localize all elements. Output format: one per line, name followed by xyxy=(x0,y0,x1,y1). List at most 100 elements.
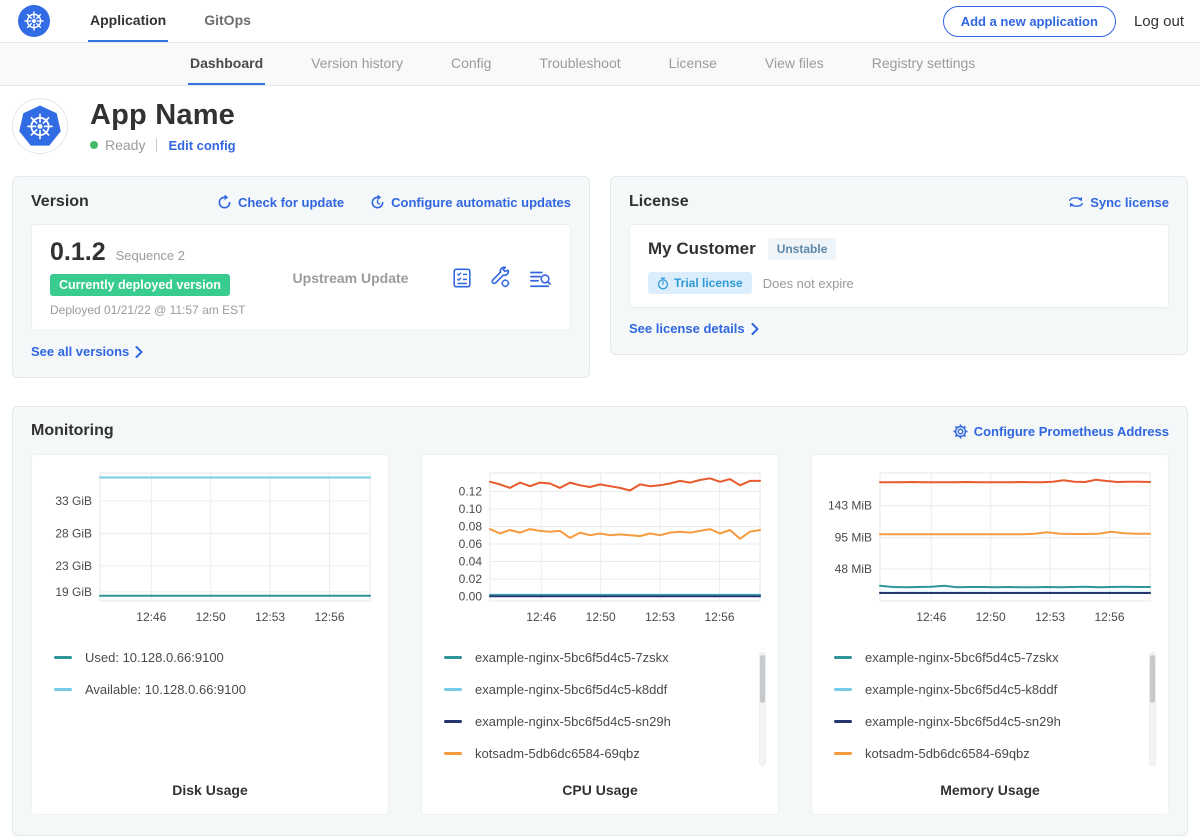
legend-scrollbar-track[interactable] xyxy=(1149,652,1156,766)
edit-config-link[interactable]: Edit config xyxy=(168,138,235,153)
version-number: 0.1.2 xyxy=(50,238,106,267)
legend-color-dash xyxy=(54,656,72,659)
ready-status-dot xyxy=(90,141,98,149)
legend-scrollbar-track[interactable] xyxy=(759,652,766,766)
svg-text:33 GiB: 33 GiB xyxy=(55,494,92,508)
deployed-version-badge: Currently deployed version xyxy=(50,274,230,296)
sub-tab-troubleshoot[interactable]: Troubleshoot xyxy=(537,43,622,85)
legend-label: Available: 10.128.0.66:9100 xyxy=(85,682,246,697)
legend-scrollbar-thumb[interactable] xyxy=(1150,655,1155,703)
chart-plot: 143 MiB95 MiB48 MiB12:4612:5012:5312:56 xyxy=(826,465,1156,631)
legend-item: example-nginx-5bc6f5d4c5-7zskx xyxy=(444,650,750,665)
svg-text:0.04: 0.04 xyxy=(459,555,483,569)
app-sub-nav: Dashboard Version history Config Troublesho… xyxy=(0,42,1200,86)
sub-tab-view-files[interactable]: View files xyxy=(763,43,826,85)
kubernetes-heptagon-icon xyxy=(17,103,63,149)
main-tab-application[interactable]: Application xyxy=(88,0,168,42)
svg-text:12:56: 12:56 xyxy=(704,610,734,624)
svg-text:12:46: 12:46 xyxy=(916,610,946,624)
legend-color-dash xyxy=(834,752,852,755)
legend-label: kotsadm-5db6dc6584-69qbz xyxy=(865,746,1030,761)
legend-color-dash xyxy=(834,688,852,691)
legend-item: Used: 10.128.0.66:9100 xyxy=(54,650,360,665)
cpu-usage-chart-card: 0.120.100.080.060.040.020.0012:4612:5012… xyxy=(421,454,779,815)
charts-row: 33 GiB28 GiB23 GiB19 GiB12:4612:5012:531… xyxy=(31,454,1169,815)
top-nav: ApplicationGitOps Add a new application … xyxy=(0,0,1200,42)
svg-text:12:53: 12:53 xyxy=(1035,610,1065,624)
license-type-badge: Trial license xyxy=(648,272,752,294)
memory-usage-chart-card: 143 MiB95 MiB48 MiB12:4612:5012:5312:56 … xyxy=(811,454,1169,815)
gear-icon xyxy=(953,424,968,439)
legend-label: example-nginx-5bc6f5d4c5-k8ddf xyxy=(865,682,1057,697)
legend-color-dash xyxy=(54,688,72,691)
chart-title: CPU Usage xyxy=(436,776,764,798)
legend-item: example-nginx-5bc6f5d4c5-k8ddf xyxy=(834,682,1140,697)
see-all-versions-link[interactable]: See all versions xyxy=(31,344,143,359)
sub-tab-version-history[interactable]: Version history xyxy=(309,43,405,85)
legend-item: kotsadm-5db6dc6584-69qbz xyxy=(444,746,750,761)
svg-text:95 MiB: 95 MiB xyxy=(835,531,872,545)
svg-text:12:50: 12:50 xyxy=(196,610,226,624)
chevron-right-icon xyxy=(751,323,759,335)
svg-text:19 GiB: 19 GiB xyxy=(55,585,92,599)
memory-usage-chart: 143 MiB95 MiB48 MiB12:4612:5012:5312:56 xyxy=(826,465,1154,636)
chevron-right-icon xyxy=(135,346,143,358)
configure-prometheus-link[interactable]: Configure Prometheus Address xyxy=(953,424,1169,439)
sub-tab-license[interactable]: License xyxy=(667,43,719,85)
legend-color-dash xyxy=(444,752,462,755)
deployed-timestamp: Deployed 01/21/22 @ 11:57 am EST xyxy=(50,303,280,317)
current-version-row: 0.1.2 Sequence 2 Currently deployed vers… xyxy=(31,224,571,331)
sub-tab-dashboard[interactable]: Dashboard xyxy=(188,43,265,85)
edit-config-wrench-icon[interactable] xyxy=(489,266,512,289)
divider xyxy=(156,138,157,152)
kubernetes-logo-icon[interactable] xyxy=(18,5,50,37)
check-for-update-link[interactable]: Check for update xyxy=(217,195,344,210)
svg-text:0.10: 0.10 xyxy=(459,502,483,516)
legend-item: example-nginx-5bc6f5d4c5-k8ddf xyxy=(444,682,750,697)
app-name-title: App Name xyxy=(90,99,236,132)
sync-arrows-icon xyxy=(1068,195,1084,209)
svg-text:48 MiB: 48 MiB xyxy=(835,562,872,576)
version-sequence: Sequence 2 xyxy=(116,248,185,263)
logout-button[interactable]: Log out xyxy=(1134,13,1184,30)
cpu-usage-chart: 0.120.100.080.060.040.020.0012:4612:5012… xyxy=(436,465,764,636)
legend-color-dash xyxy=(444,656,462,659)
chart-title: Memory Usage xyxy=(826,776,1154,798)
svg-text:23 GiB: 23 GiB xyxy=(55,559,92,573)
legend-item: Available: 10.128.0.66:9100 xyxy=(54,682,360,697)
app-status-text: Ready xyxy=(105,137,145,153)
svg-text:0.06: 0.06 xyxy=(459,537,483,551)
chart-plot: 33 GiB28 GiB23 GiB19 GiB12:4612:5012:531… xyxy=(46,465,376,631)
channel-badge: Unstable xyxy=(768,238,837,260)
svg-text:12:53: 12:53 xyxy=(645,610,675,624)
refresh-icon xyxy=(217,195,232,210)
svg-text:12:46: 12:46 xyxy=(526,610,556,624)
disk-usage-legend: Used: 10.128.0.66:9100 Available: 10.128.… xyxy=(46,650,374,776)
sub-tab-config[interactable]: Config xyxy=(449,43,493,85)
summary-cards-row: Version Check for update Configure au xyxy=(0,168,1200,378)
legend-color-dash xyxy=(834,720,852,723)
disk-usage-chart-card: 33 GiB28 GiB23 GiB19 GiB12:4612:5012:531… xyxy=(31,454,389,815)
disk-usage-chart: 33 GiB28 GiB23 GiB19 GiB12:4612:5012:531… xyxy=(46,465,374,636)
add-application-button[interactable]: Add a new application xyxy=(943,6,1116,37)
svg-text:0.02: 0.02 xyxy=(459,572,483,586)
release-notes-icon[interactable] xyxy=(451,267,473,289)
configure-automatic-updates-link[interactable]: Configure automatic updates xyxy=(370,195,571,210)
cpu-usage-legend: example-nginx-5bc6f5d4c5-7zskx example-ng… xyxy=(436,650,764,776)
view-diff-icon[interactable] xyxy=(528,267,552,289)
legend-label: example-nginx-5bc6f5d4c5-sn29h xyxy=(475,714,671,729)
see-license-details-link[interactable]: See license details xyxy=(629,321,759,336)
main-tab-gitops[interactable]: GitOps xyxy=(202,0,253,42)
legend-scrollbar-thumb[interactable] xyxy=(760,655,765,703)
chart-title: Disk Usage xyxy=(46,776,374,798)
svg-text:12:50: 12:50 xyxy=(586,610,616,624)
sync-license-link[interactable]: Sync license xyxy=(1068,195,1169,210)
svg-text:12:56: 12:56 xyxy=(1094,610,1124,624)
legend-item: example-nginx-5bc6f5d4c5-7zskx xyxy=(834,650,1140,665)
legend-label: example-nginx-5bc6f5d4c5-7zskx xyxy=(475,650,669,665)
sub-tab-registry-settings[interactable]: Registry settings xyxy=(870,43,977,85)
legend-color-dash xyxy=(834,656,852,659)
app-header: App Name Ready Edit config xyxy=(0,86,1200,168)
license-card: License Sync license My Customer Unstabl… xyxy=(610,176,1188,355)
svg-text:12:56: 12:56 xyxy=(314,610,344,624)
